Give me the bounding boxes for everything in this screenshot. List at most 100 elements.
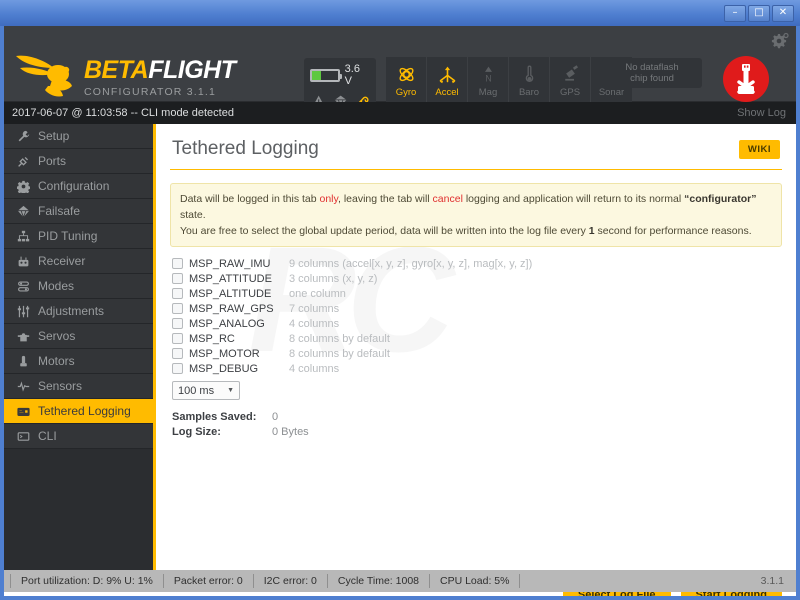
msp-option-name: MSP_DEBUG (189, 362, 259, 375)
sidebar-item-adjustments[interactable]: Adjustments (4, 299, 153, 324)
mag-icon: N (484, 66, 492, 84)
sidebar-item-label: Failsafe (38, 204, 81, 218)
sidebar-item-setup[interactable]: Setup (4, 124, 153, 149)
notice-text: Data will be logged in this tab (180, 193, 320, 205)
sidebar-item-label: CLI (38, 429, 57, 443)
wrench-icon (16, 130, 31, 143)
msp-option-desc: 8 columns by default (289, 347, 390, 360)
sidebar-item-sensors[interactable]: Sensors (4, 374, 153, 399)
betaflight-logo: BETAFLIGHT CONFIGURATOR 3.1.1 (14, 52, 236, 100)
show-log-button[interactable]: Show Log (737, 107, 786, 119)
msp-option-name: MSP_RC (189, 332, 235, 345)
sidebar-item-cli[interactable]: CLI (4, 424, 153, 449)
brand-beta: BETA (84, 56, 149, 84)
baro-icon (525, 65, 533, 83)
svg-text:N: N (485, 74, 491, 84)
msp-rc-checkbox[interactable] (172, 333, 183, 344)
msp-motor-checkbox[interactable] (172, 348, 183, 359)
window-titlebar: – □ ✕ (0, 0, 800, 26)
sensor-label: Sonar (598, 87, 625, 98)
configurator-label: CONFIGURATOR (84, 86, 183, 98)
msp-option-row[interactable]: MSP_ALTITUDE one column (170, 286, 782, 301)
page-header: Tethered Logging WIKI (170, 124, 782, 170)
sidebar-item-label: Modes (38, 279, 75, 293)
maximize-button[interactable]: □ (748, 4, 770, 22)
battery-icon (310, 68, 342, 82)
app-body: Setup Ports Configuration Failsafe PID T… (4, 124, 796, 574)
sensor-accel: Accel (427, 57, 468, 105)
brand-flight: FLIGHT (148, 56, 236, 84)
dataflash-line-2: chip found (630, 73, 674, 84)
status-i2c-error: I2C error: 0 (254, 574, 328, 588)
gear-icon[interactable] (771, 32, 789, 50)
sidebar-item-servos[interactable]: Servos (4, 324, 153, 349)
notice-text: , leaving the tab will (337, 193, 433, 205)
sidebar-nav: Setup Ports Configuration Failsafe PID T… (4, 124, 156, 574)
msp-option-desc: 9 columns (accel[x, y, z], gyro[x, y, z]… (289, 257, 533, 270)
msp-option-row[interactable]: MSP_ANALOG 4 columns (170, 316, 782, 331)
chevron-down-icon: ▼ (227, 387, 234, 394)
notice-cancel: cancel (432, 193, 463, 205)
notice-text: state. (180, 209, 206, 221)
msp-option-row[interactable]: MSP_ATTITUDE 3 columns (x, y, z) (170, 271, 782, 286)
configurator-version: 3.1.1 (186, 86, 217, 98)
servo-icon (16, 330, 31, 343)
sidebar-item-label: Receiver (38, 254, 86, 268)
msp-option-desc: 4 columns (289, 317, 340, 330)
msp-option-row[interactable]: MSP_RC 8 columns by default (170, 331, 782, 346)
close-button[interactable]: ✕ (772, 4, 794, 22)
usb-disconnect-icon (723, 56, 769, 102)
log-size-label: Log Size: (172, 426, 221, 438)
wiki-button[interactable]: WIKI (738, 139, 780, 159)
msp-option-row[interactable]: MSP_MOTOR 8 columns by default (170, 346, 782, 361)
sidebar-item-configuration[interactable]: Configuration (4, 174, 153, 199)
sensor-gyro: Gyro (386, 57, 427, 105)
msp-option-desc: 7 columns (289, 302, 340, 315)
update-period-select[interactable]: 100 ms ▼ (172, 381, 240, 400)
sidebar-item-label: Sensors (38, 379, 83, 393)
sidebar-item-ports[interactable]: Ports (4, 149, 153, 174)
status-bar: Port utilization: D: 9% U: 1% Packet err… (4, 570, 796, 592)
msp-option-name: MSP_RAW_IMU (189, 257, 271, 270)
msp-raw-imu-checkbox[interactable] (172, 258, 183, 269)
sliders-icon (16, 280, 31, 293)
msp-altitude-checkbox[interactable] (172, 288, 183, 299)
sensor-baro: Baro (509, 57, 550, 105)
bee-icon (16, 55, 72, 97)
sidebar-item-label: Tethered Logging (38, 404, 131, 418)
terminal-icon (16, 430, 31, 443)
samples-saved-value: 0 (272, 411, 279, 423)
dataflash-line-1: No dataflash (625, 62, 679, 73)
log-size-row: Log Size: 0 Bytes (170, 426, 782, 441)
waveform-icon (16, 380, 31, 393)
logging-notice-banner: Data will be logged in this tab only, le… (170, 183, 782, 247)
notice-text: logging and application will return to i… (462, 193, 685, 205)
status-packet-error: Packet error: 0 (164, 574, 254, 588)
samples-saved-label: Samples Saved: (172, 411, 257, 423)
sidebar-item-label: Motors (38, 354, 75, 368)
sidebar-item-failsafe[interactable]: Failsafe (4, 199, 153, 224)
msp-raw-gps-checkbox[interactable] (172, 303, 183, 314)
msp-option-row[interactable]: MSP_DEBUG 4 columns (170, 361, 782, 376)
gear-icon (16, 180, 31, 193)
msp-debug-checkbox[interactable] (172, 363, 183, 374)
sidebar-item-modes[interactable]: Modes (4, 274, 153, 299)
msp-attitude-checkbox[interactable] (172, 273, 183, 284)
wordmark: BETAFLIGHT CONFIGURATOR 3.1.1 (84, 56, 236, 99)
msp-option-row[interactable]: MSP_RAW_GPS 7 columns (170, 301, 782, 316)
sidebar-item-tethered-logging[interactable]: Tethered Logging (4, 399, 153, 424)
minimize-button[interactable]: – (724, 4, 746, 22)
msp-option-row[interactable]: MSP_RAW_IMU 9 columns (accel[x, y, z], g… (170, 256, 782, 271)
notice-only: only (319, 193, 338, 205)
log-icon (16, 405, 31, 418)
gyro-icon (398, 67, 414, 82)
msp-option-desc: 4 columns (289, 362, 340, 375)
msp-analog-checkbox[interactable] (172, 318, 183, 329)
sensor-label: Mag (478, 87, 498, 98)
gps-icon (564, 65, 578, 81)
sidebar-item-pid-tuning[interactable]: PID Tuning (4, 224, 153, 249)
sidebar-item-motors[interactable]: Motors (4, 349, 153, 374)
sidebar-item-receiver[interactable]: Receiver (4, 249, 153, 274)
notice-line-2: You are free to select the global update… (180, 223, 772, 239)
sidebar-item-label: Configuration (38, 179, 110, 193)
